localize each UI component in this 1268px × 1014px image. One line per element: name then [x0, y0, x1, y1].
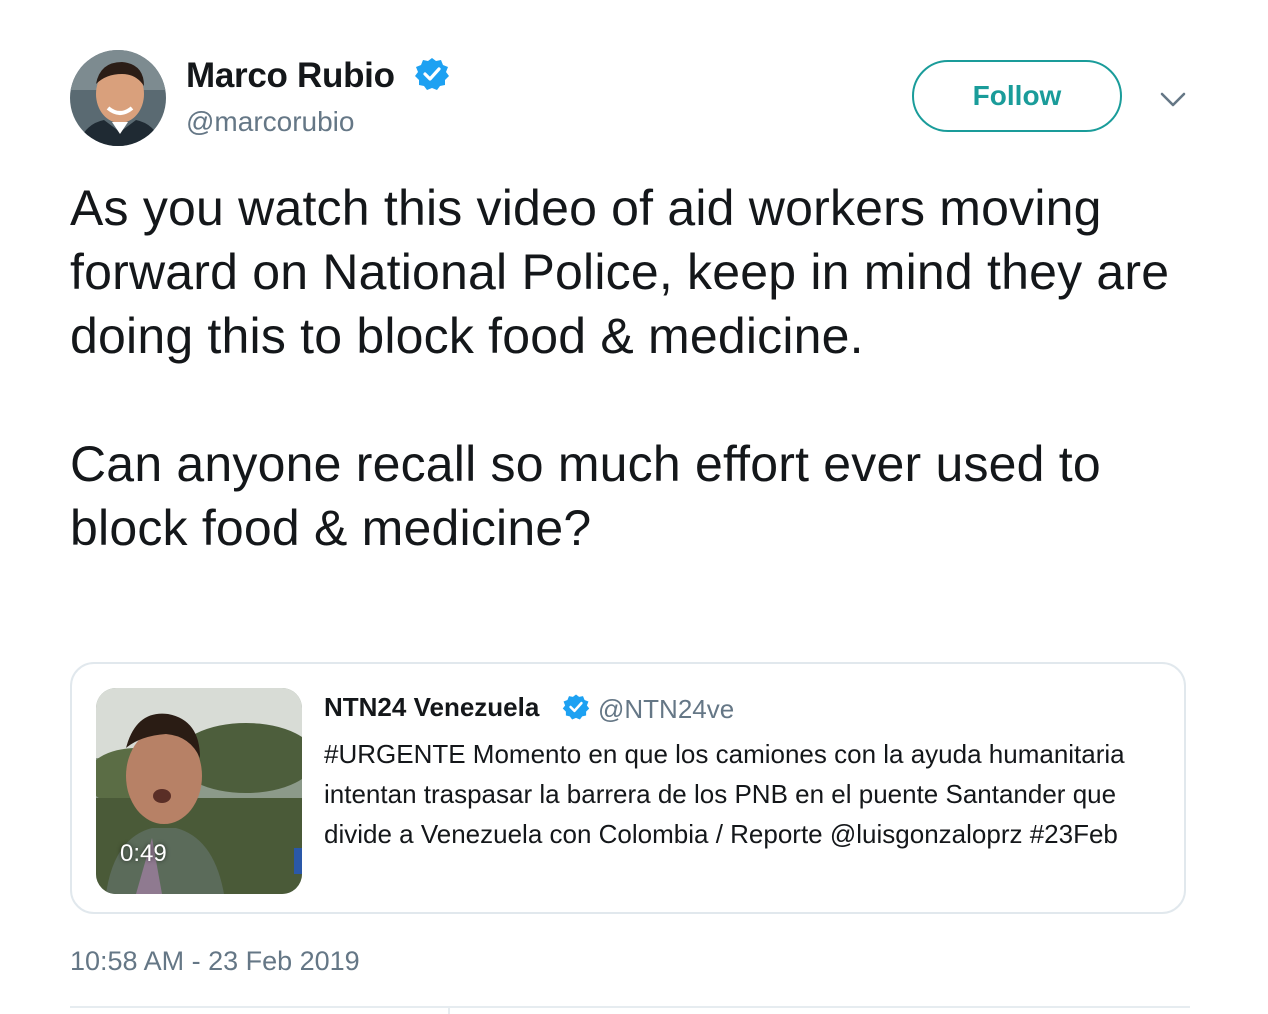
author-handle[interactable]: @marcorubio — [186, 106, 354, 138]
video-thumbnail[interactable]: 0:49 — [96, 688, 302, 894]
follow-button[interactable]: Follow — [912, 60, 1122, 132]
divider — [70, 1006, 1190, 1008]
author-avatar[interactable] — [70, 50, 166, 146]
quoted-author-handle[interactable]: @NTN24ve — [598, 694, 734, 725]
tweet-timestamp[interactable]: 10:58 AM - 23 Feb 2019 — [70, 946, 360, 977]
verified-badge-icon — [414, 56, 450, 92]
tweet-text: As you watch this video of aid workers m… — [70, 180, 1170, 556]
verified-badge-icon — [562, 693, 590, 721]
quoted-tweet-card[interactable]: 0:49 NTN24 Venezuela @NTN24ve #URGENTE M… — [70, 662, 1186, 914]
quoted-tweet-text: #URGENTE Momento en que los camiones con… — [324, 739, 1125, 849]
video-duration: 0:49 — [120, 840, 167, 867]
quoted-author-name[interactable]: NTN24 Venezuela — [324, 692, 539, 723]
author-name[interactable]: Marco Rubio — [186, 56, 395, 96]
chevron-down-icon[interactable] — [1158, 86, 1188, 112]
divider-tick — [448, 1006, 450, 1014]
